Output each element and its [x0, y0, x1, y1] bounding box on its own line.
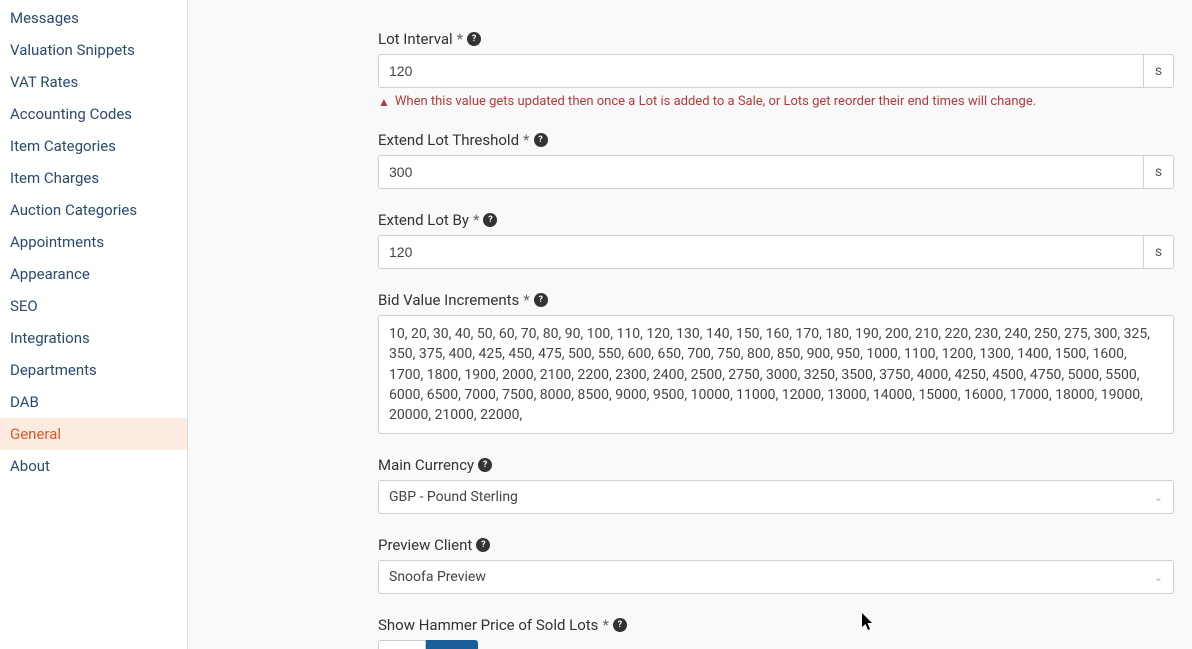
label-preview-client: Preview Client ? [378, 536, 1174, 554]
toggle-show-hammer-price: No Yes [378, 640, 1174, 649]
unit-seconds: s [1144, 155, 1174, 189]
help-icon[interactable]: ? [613, 618, 627, 632]
sidebar-item-item-charges[interactable]: Item Charges [0, 162, 187, 194]
sidebar-item-messages[interactable]: Messages [0, 2, 187, 34]
label-text: Preview Client [378, 536, 472, 554]
sidebar-item-auction-categories[interactable]: Auction Categories [0, 194, 187, 226]
warning-lot-interval: ▲ When this value gets updated then once… [378, 94, 1174, 109]
warning-text: When this value gets updated then once a… [395, 94, 1036, 109]
field-bid-value-increments: Bid Value Increments * ? 10, 20, 30, 40,… [378, 291, 1174, 434]
label-lot-interval: Lot Interval * ? [378, 30, 1174, 48]
label-extend-lot-threshold: Extend Lot Threshold * ? [378, 131, 1174, 149]
sidebar-item-appearance[interactable]: Appearance [0, 258, 187, 290]
label-text: Main Currency [378, 456, 474, 474]
sidebar-item-item-categories[interactable]: Item Categories [0, 130, 187, 162]
sidebar-item-departments[interactable]: Departments [0, 354, 187, 386]
sidebar-item-accounting-codes[interactable]: Accounting Codes [0, 98, 187, 130]
label-extend-lot-by: Extend Lot By * ? [378, 211, 1174, 229]
help-icon[interactable]: ? [478, 458, 492, 472]
field-extend-lot-threshold: Extend Lot Threshold * ? s [378, 131, 1174, 189]
help-icon[interactable]: ? [534, 293, 548, 307]
help-icon[interactable]: ? [483, 213, 497, 227]
chevron-down-icon: ⌄ [1154, 491, 1163, 504]
label-main-currency: Main Currency ? [378, 456, 1174, 474]
help-icon[interactable]: ? [534, 133, 548, 147]
sidebar-item-integrations[interactable]: Integrations [0, 322, 187, 354]
label-text: Bid Value Increments [378, 291, 519, 309]
required-marker: * [523, 131, 529, 149]
required-marker: * [523, 291, 529, 309]
toggle-yes[interactable]: Yes [426, 640, 478, 649]
label-text: Show Hammer Price of Sold Lots [378, 616, 598, 634]
required-marker: * [457, 30, 463, 48]
sidebar-item-dab[interactable]: DAB [0, 386, 187, 418]
unit-seconds: s [1144, 235, 1174, 269]
toggle-no[interactable]: No [378, 640, 426, 649]
input-extend-lot-by[interactable] [378, 235, 1144, 269]
field-preview-client: Preview Client ? Snoofa Preview ⌄ [378, 536, 1174, 594]
sidebar-item-about[interactable]: About [0, 450, 187, 482]
label-text: Extend Lot By [378, 211, 469, 229]
select-value: GBP - Pound Sterling [389, 489, 518, 505]
select-main-currency[interactable]: GBP - Pound Sterling ⌄ [378, 480, 1174, 514]
label-bid-value-increments: Bid Value Increments * ? [378, 291, 1174, 309]
sidebar-item-seo[interactable]: SEO [0, 290, 187, 322]
required-marker: * [473, 211, 479, 229]
label-text: Lot Interval [378, 30, 453, 48]
input-lot-interval[interactable] [378, 54, 1144, 88]
select-preview-client[interactable]: Snoofa Preview ⌄ [378, 560, 1174, 594]
input-bid-value-increments[interactable]: 10, 20, 30, 40, 50, 60, 70, 80, 90, 100,… [378, 315, 1174, 434]
chevron-down-icon: ⌄ [1154, 571, 1163, 584]
field-main-currency: Main Currency ? GBP - Pound Sterling ⌄ [378, 456, 1174, 514]
sidebar-item-appointments[interactable]: Appointments [0, 226, 187, 258]
help-icon[interactable]: ? [476, 538, 490, 552]
required-marker: * [602, 616, 608, 634]
field-lot-interval: Lot Interval * ? s ▲ When this value get… [378, 30, 1174, 109]
unit-seconds: s [1144, 54, 1174, 88]
warning-icon: ▲ [378, 95, 390, 109]
sidebar-item-valuation-snippets[interactable]: Valuation Snippets [0, 34, 187, 66]
field-show-hammer-price: Show Hammer Price of Sold Lots * ? No Ye… [378, 616, 1174, 649]
sidebar-item-vat-rates[interactable]: VAT Rates [0, 66, 187, 98]
sidebar-item-general[interactable]: General [0, 418, 187, 450]
help-icon[interactable]: ? [467, 32, 481, 46]
label-show-hammer-price: Show Hammer Price of Sold Lots * ? [378, 616, 1174, 634]
input-extend-lot-threshold[interactable] [378, 155, 1144, 189]
main-content: Lot Interval * ? s ▲ When this value get… [188, 0, 1192, 649]
field-extend-lot-by: Extend Lot By * ? s [378, 211, 1174, 269]
select-value: Snoofa Preview [389, 569, 486, 585]
sidebar: Messages Valuation Snippets VAT Rates Ac… [0, 0, 188, 649]
label-text: Extend Lot Threshold [378, 131, 519, 149]
